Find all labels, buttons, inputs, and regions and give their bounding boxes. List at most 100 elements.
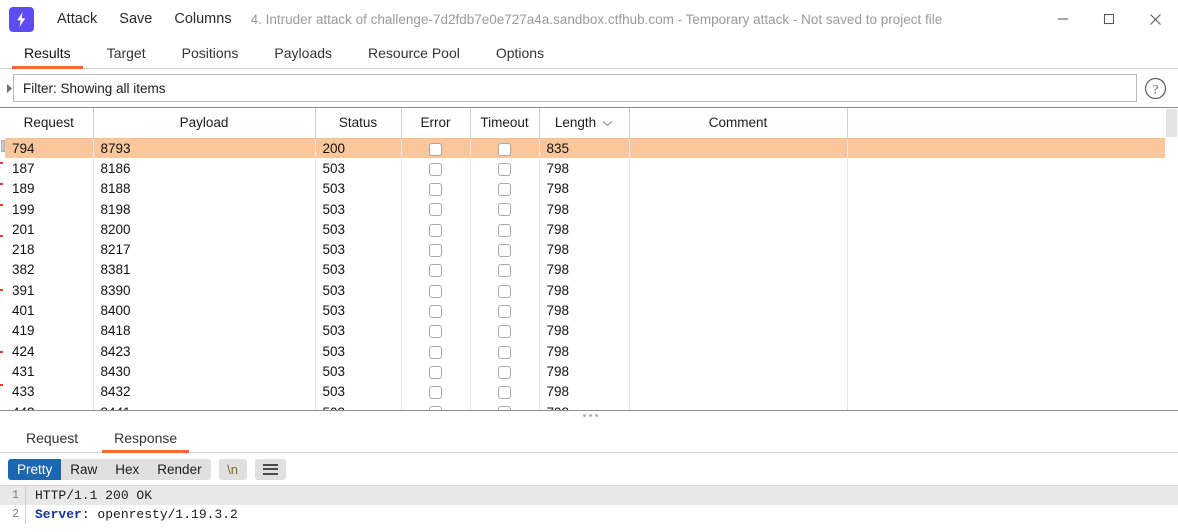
cell-comment[interactable] [629, 340, 848, 362]
cell-timeout[interactable] [470, 401, 540, 410]
cell-comment[interactable] [629, 320, 848, 341]
table-row[interactable]: 382 8381 503 798 [5, 259, 1170, 281]
cell-timeout[interactable] [470, 158, 540, 179]
error-checkbox[interactable] [429, 284, 442, 298]
tab-response[interactable]: Response [96, 423, 195, 453]
error-checkbox[interactable] [429, 386, 442, 400]
tab-resource-pool[interactable]: Resource Pool [350, 38, 478, 68]
cell-error[interactable] [401, 198, 471, 220]
error-checkbox[interactable] [429, 183, 442, 197]
table-row[interactable]: 189 8188 503 798 [5, 178, 1170, 199]
results-scrollbar-thumb[interactable] [1166, 109, 1177, 137]
timeout-checkbox[interactable] [498, 264, 511, 278]
table-row[interactable]: 424 8423 503 798 [5, 340, 1170, 362]
cell-error[interactable] [401, 219, 471, 240]
cell-timeout[interactable] [470, 239, 540, 260]
cell-comment[interactable] [629, 259, 848, 281]
menu-columns[interactable]: Columns [163, 0, 242, 38]
splitter-drag-handle-icon[interactable] [583, 414, 598, 417]
menu-save[interactable]: Save [108, 0, 163, 38]
cell-comment[interactable] [629, 381, 848, 402]
cell-error[interactable] [401, 320, 471, 341]
cell-timeout[interactable] [470, 381, 540, 402]
timeout-checkbox[interactable] [498, 325, 511, 339]
show-newlines-button[interactable]: \n [218, 458, 247, 480]
view-mode-render[interactable]: Render [148, 458, 211, 480]
column-header-error[interactable]: Error [401, 108, 471, 139]
column-header-length[interactable]: Length [539, 108, 630, 139]
table-row[interactable]: 431 8430 503 798 [5, 361, 1170, 382]
hamburger-menu-icon[interactable] [254, 458, 286, 480]
results-scrollbar[interactable] [1165, 108, 1178, 410]
cell-comment[interactable] [629, 178, 848, 199]
table-row[interactable]: 187 8186 503 798 [5, 158, 1170, 179]
error-checkbox[interactable] [429, 162, 442, 176]
table-row[interactable]: 433 8432 503 798 [5, 381, 1170, 402]
error-checkbox[interactable] [429, 244, 442, 258]
timeout-checkbox[interactable] [498, 244, 511, 258]
table-row[interactable]: 199 8198 503 798 [5, 198, 1170, 220]
cell-error[interactable] [401, 381, 471, 402]
cell-timeout[interactable] [470, 138, 540, 159]
cell-error[interactable] [401, 138, 471, 159]
cell-error[interactable] [401, 340, 471, 362]
timeout-checkbox[interactable] [498, 223, 511, 237]
view-mode-hex[interactable]: Hex [106, 458, 149, 480]
view-mode-raw[interactable]: Raw [61, 458, 107, 480]
error-checkbox[interactable] [429, 142, 442, 156]
cell-timeout[interactable] [470, 178, 540, 199]
filter-input[interactable]: Filter: Showing all items [13, 74, 1137, 102]
error-checkbox[interactable] [429, 203, 442, 217]
error-checkbox[interactable] [429, 304, 442, 318]
maximize-icon[interactable] [1086, 0, 1132, 38]
column-header-timeout[interactable]: Timeout [470, 108, 540, 139]
timeout-checkbox[interactable] [498, 284, 511, 298]
cell-timeout[interactable] [470, 340, 540, 362]
cell-error[interactable] [401, 280, 471, 301]
response-viewer[interactable]: 1 HTTP/1.1 200 OK 2 Server: openresty/1.… [0, 485, 1178, 527]
cell-timeout[interactable] [470, 280, 540, 301]
table-row[interactable]: 218 8217 503 798 [5, 239, 1170, 260]
cell-comment[interactable] [629, 138, 848, 159]
timeout-checkbox[interactable] [498, 203, 511, 217]
column-header-comment[interactable]: Comment [629, 108, 848, 139]
table-row[interactable]: 419 8418 503 798 [5, 320, 1170, 341]
panel-splitter[interactable] [0, 411, 1178, 423]
cell-comment[interactable] [629, 280, 848, 301]
question-circle-icon[interactable]: ? [1140, 74, 1170, 102]
cell-error[interactable] [401, 300, 471, 321]
cell-comment[interactable] [629, 239, 848, 260]
tab-payloads[interactable]: Payloads [256, 38, 350, 68]
minimize-icon[interactable] [1040, 0, 1086, 38]
tab-options[interactable]: Options [478, 38, 562, 68]
cell-error[interactable] [401, 239, 471, 260]
error-checkbox[interactable] [429, 223, 442, 237]
error-checkbox[interactable] [429, 264, 442, 278]
close-icon[interactable] [1132, 0, 1178, 38]
tab-request[interactable]: Request [8, 423, 96, 452]
cell-timeout[interactable] [470, 219, 540, 240]
cell-timeout[interactable] [470, 300, 540, 321]
cell-error[interactable] [401, 158, 471, 179]
cell-timeout[interactable] [470, 259, 540, 281]
table-row[interactable]: 391 8390 503 798 [5, 280, 1170, 301]
cell-error[interactable] [401, 259, 471, 281]
column-header-request[interactable]: Request [5, 108, 94, 139]
cell-comment[interactable] [629, 198, 848, 220]
cell-error[interactable] [401, 178, 471, 199]
column-header-status[interactable]: Status [315, 108, 402, 139]
tab-positions[interactable]: Positions [164, 38, 257, 68]
table-row[interactable]: 442 8441 503 798 [5, 401, 1170, 410]
cell-timeout[interactable] [470, 361, 540, 382]
cell-comment[interactable] [629, 361, 848, 382]
timeout-checkbox[interactable] [498, 386, 511, 400]
timeout-checkbox[interactable] [498, 183, 511, 197]
cell-comment[interactable] [629, 401, 848, 410]
cell-comment[interactable] [629, 158, 848, 179]
cell-comment[interactable] [629, 300, 848, 321]
cell-timeout[interactable] [470, 320, 540, 341]
timeout-checkbox[interactable] [498, 345, 511, 359]
column-header-payload[interactable]: Payload [93, 108, 316, 139]
table-row[interactable]: 794 8793 200 835 [5, 138, 1170, 159]
collapse-triangle-icon[interactable] [6, 74, 13, 102]
